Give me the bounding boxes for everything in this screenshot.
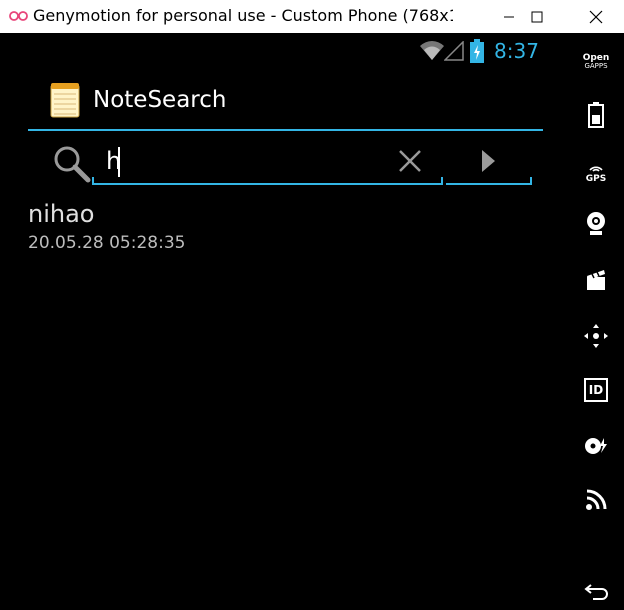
submit-underline-right bbox=[530, 177, 532, 185]
clear-icon bbox=[399, 150, 421, 172]
window-title-bar: Genymotion for personal use - Custom Pho… bbox=[0, 0, 624, 33]
id-icon: ID bbox=[584, 378, 608, 402]
dpad-icon bbox=[584, 324, 608, 348]
id-label: ID bbox=[588, 383, 604, 397]
battery-button[interactable] bbox=[568, 101, 624, 129]
actionbar-divider bbox=[28, 129, 543, 131]
clear-search-button[interactable] bbox=[390, 145, 430, 179]
gps-label: GPS bbox=[585, 173, 607, 184]
play-arrow-icon bbox=[482, 150, 495, 172]
window-title: Genymotion for personal use - Custom Pho… bbox=[33, 6, 453, 25]
close-window-button[interactable] bbox=[573, 0, 619, 33]
page-title: NoteSearch bbox=[93, 87, 227, 113]
gps-signal-icon bbox=[589, 165, 603, 172]
note-title: nihao bbox=[28, 200, 95, 228]
opengapps-label-line2: GAPPS bbox=[584, 62, 608, 70]
opengapps-button[interactable]: Open GAPPS bbox=[568, 51, 624, 73]
opengapps-icon: Open GAPPS bbox=[583, 54, 610, 70]
maximize-icon bbox=[531, 11, 543, 22]
search-input-underline-left bbox=[92, 177, 94, 185]
search-input-underline-right bbox=[441, 177, 443, 185]
disk-io-icon bbox=[585, 438, 607, 454]
genymotion-logo-icon bbox=[9, 11, 28, 21]
rss-network-icon bbox=[586, 489, 607, 510]
status-clock: 8:37 bbox=[494, 39, 539, 63]
status-bar: 8:37 bbox=[0, 33, 568, 69]
maximize-button[interactable] bbox=[514, 0, 560, 33]
search-input[interactable] bbox=[96, 142, 396, 180]
back-button[interactable] bbox=[568, 577, 624, 605]
notepad-app-icon bbox=[50, 83, 80, 118]
webcam-icon bbox=[587, 212, 605, 235]
capture-button[interactable] bbox=[568, 265, 624, 295]
search-input-underline bbox=[92, 183, 443, 185]
gps-icon: GPS bbox=[586, 159, 606, 184]
clapperboard-icon bbox=[587, 270, 605, 290]
gps-button[interactable]: GPS bbox=[568, 157, 624, 185]
text-cursor bbox=[118, 147, 120, 177]
note-timestamp: 20.05.28 05:28:35 bbox=[28, 233, 186, 253]
close-icon bbox=[589, 10, 603, 23]
wifi-icon bbox=[420, 41, 444, 60]
battery-icon bbox=[470, 39, 484, 63]
network-button[interactable] bbox=[568, 485, 624, 515]
disk-io-button[interactable] bbox=[568, 431, 624, 461]
list-item[interactable]: nihao 20.05.28 05:28:35 bbox=[28, 198, 543, 258]
back-arrow-icon bbox=[584, 584, 608, 600]
remote-control-button[interactable] bbox=[568, 321, 624, 351]
signal-icon bbox=[444, 41, 464, 61]
submit-search-button[interactable] bbox=[470, 145, 506, 179]
battery-widget-icon bbox=[588, 102, 604, 128]
emulator-toolbar: Open GAPPS GPS ID bbox=[568, 33, 624, 610]
search-icon bbox=[54, 146, 91, 183]
device-id-button[interactable]: ID bbox=[568, 375, 624, 405]
webcam-button[interactable] bbox=[568, 209, 624, 239]
submit-underline bbox=[446, 183, 532, 185]
